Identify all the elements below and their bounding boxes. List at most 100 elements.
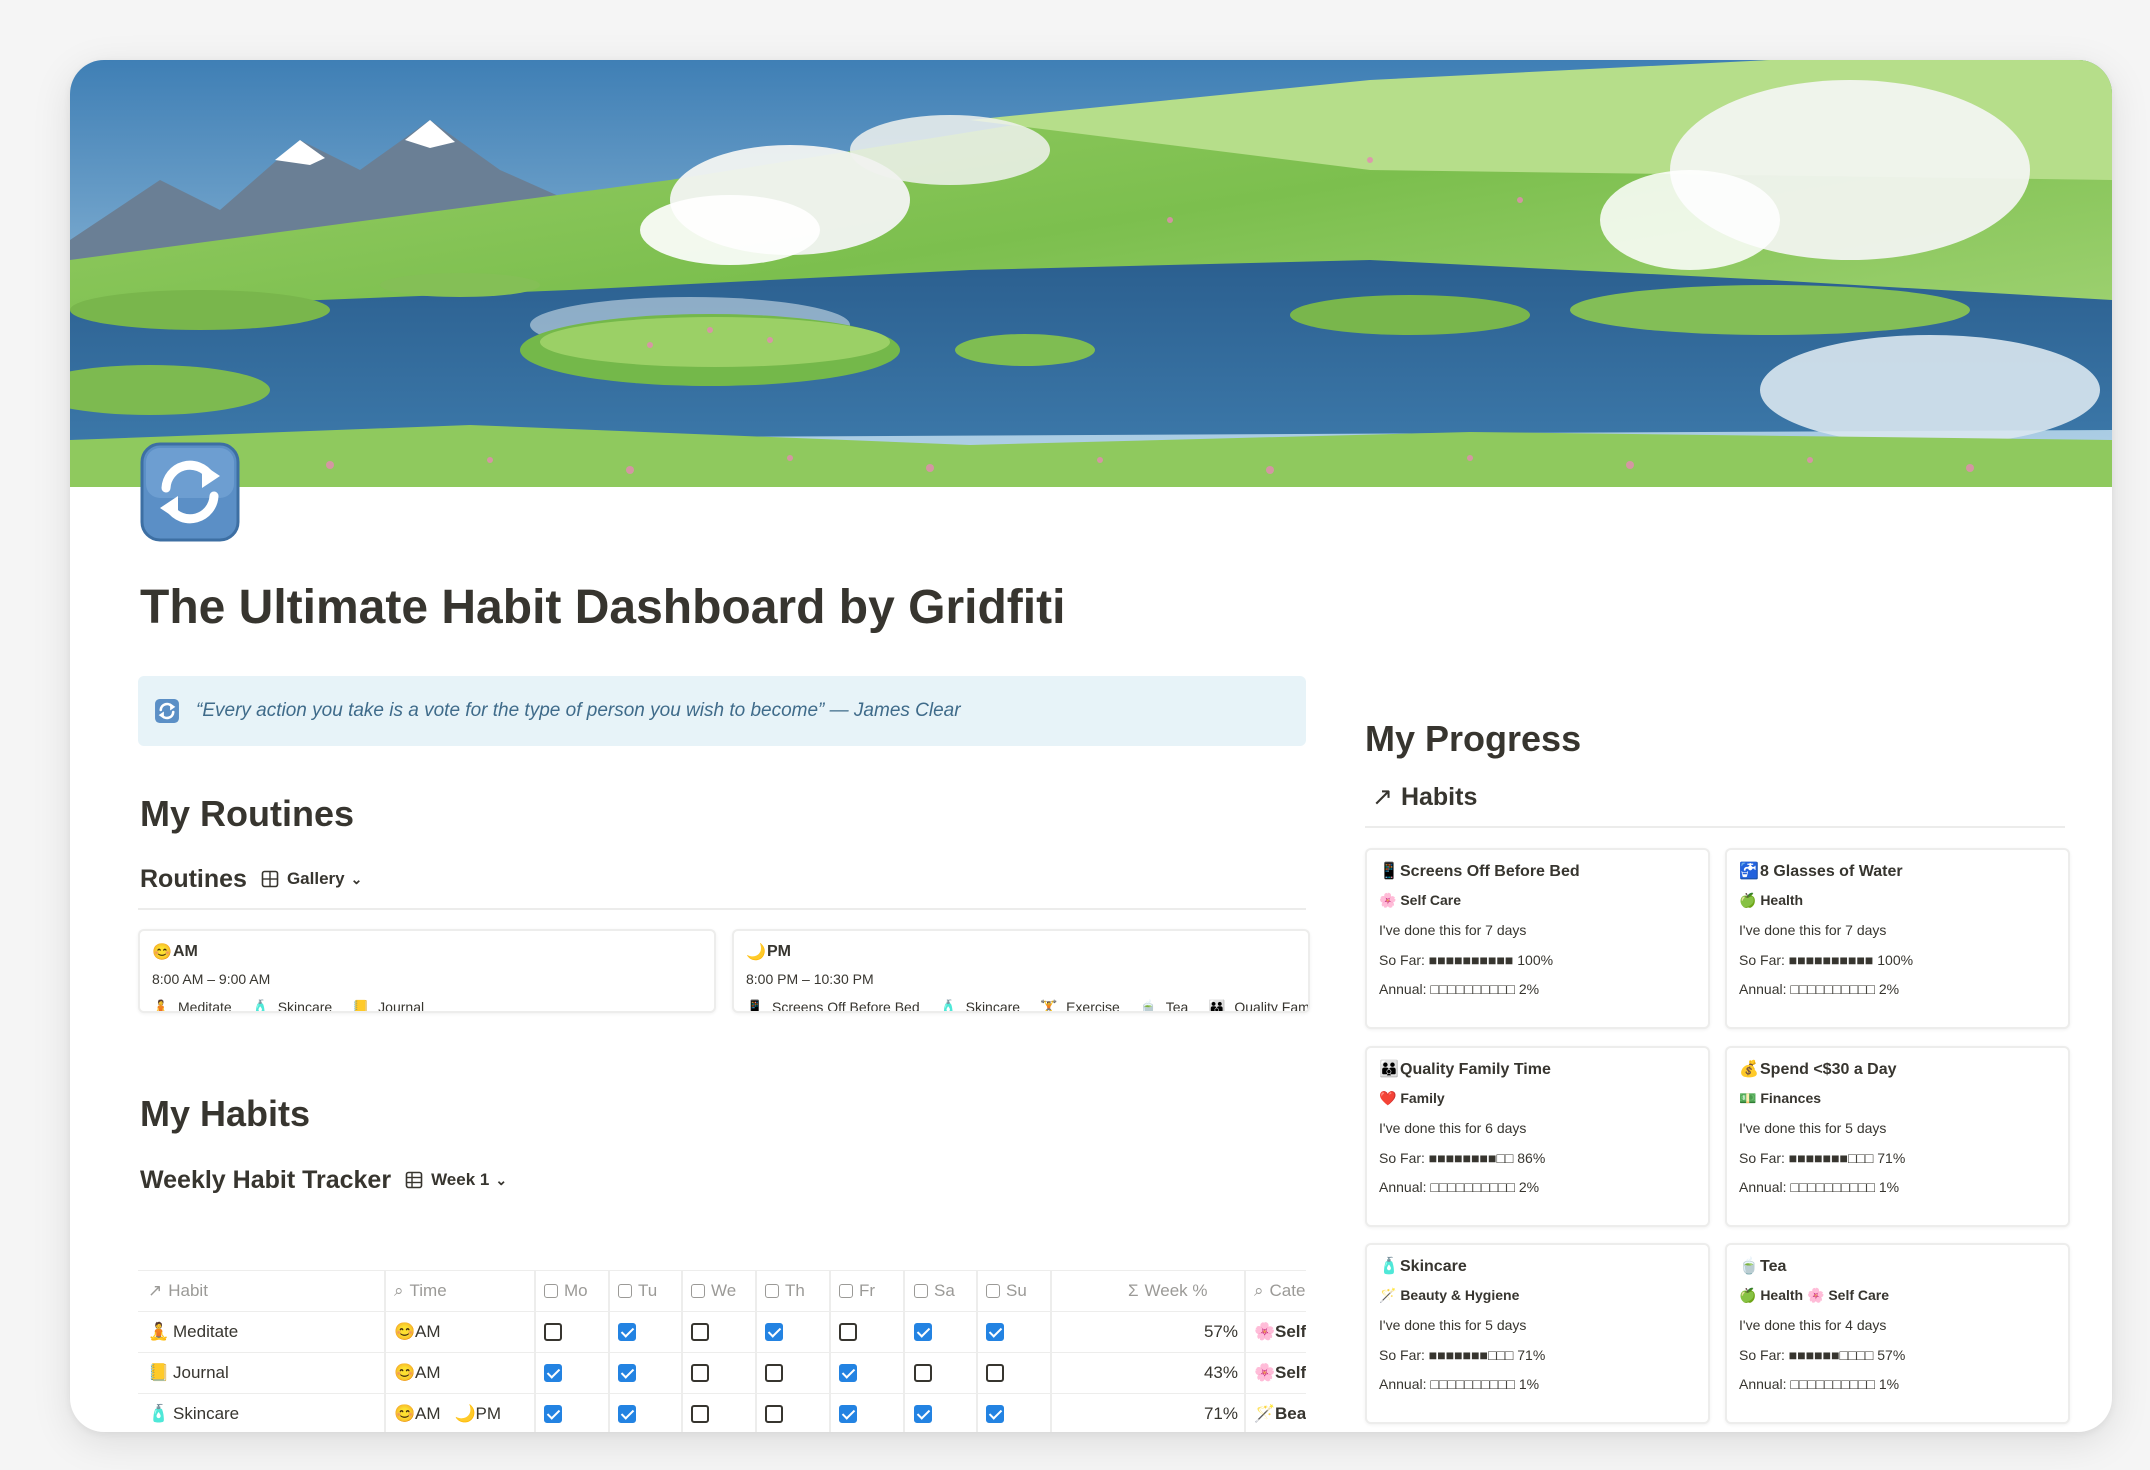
category-icon: 🪄 — [1254, 1404, 1276, 1423]
gallery-view-selector[interactable]: Gallery ⌄ — [261, 869, 362, 889]
category-cell[interactable]: 🌸Self Care — [1254, 1312, 1306, 1352]
day-checkbox[interactable] — [691, 1323, 709, 1341]
column-header-time[interactable]: ⌕ Time — [394, 1271, 524, 1311]
cover-image[interactable] — [70, 60, 2112, 487]
day-cell[interactable] — [839, 1312, 879, 1352]
progress-card[interactable]: 🚰8 Glasses of Water 🍏 Health I've done thi… — [1725, 848, 2070, 1029]
habit-name-cell[interactable]: 🧘 Meditate — [148, 1312, 380, 1352]
day-cell[interactable] — [618, 1394, 658, 1432]
day-checkbox[interactable] — [544, 1364, 562, 1382]
day-checkbox[interactable] — [986, 1364, 1004, 1382]
habit-name-cell[interactable]: 📒 Journal — [148, 1353, 380, 1393]
day-cell[interactable] — [986, 1353, 1026, 1393]
category-cell[interactable]: 🪄Beauty & H — [1254, 1394, 1306, 1432]
habit-icon: 🚰 — [1739, 863, 1759, 880]
day-checkbox[interactable] — [914, 1364, 932, 1382]
day-cell[interactable] — [544, 1312, 584, 1352]
day-checkbox[interactable] — [914, 1323, 932, 1341]
day-checkbox[interactable] — [765, 1323, 783, 1341]
day-checkbox[interactable] — [839, 1364, 857, 1382]
day-cell[interactable] — [544, 1394, 584, 1432]
progress-view-name[interactable]: ↗ Habits — [1372, 782, 1477, 812]
habits-view-name[interactable]: Weekly Habit Tracker — [140, 1166, 391, 1195]
day-checkbox[interactable] — [544, 1323, 562, 1341]
category-cell[interactable]: 🌸Self Care — [1254, 1353, 1306, 1393]
column-header-week[interactable]: Σ Week % — [1128, 1271, 1248, 1311]
day-cell[interactable] — [839, 1394, 879, 1432]
progress-card[interactable]: 🍵Tea 🍏 Health 🌸 Self Care I've done this f… — [1725, 1243, 2070, 1424]
day-checkbox[interactable] — [839, 1323, 857, 1341]
day-cell[interactable] — [544, 1353, 584, 1393]
progress-card[interactable]: 📱Screens Off Before Bed 🌸 Self Care I've d… — [1365, 848, 1710, 1029]
day-cell[interactable] — [986, 1394, 1026, 1432]
time-cell[interactable]: 😊AM — [394, 1353, 534, 1393]
column-header-mo[interactable]: Mo — [544, 1271, 608, 1311]
progress-card-title: 🧴Skincare — [1379, 1256, 1467, 1276]
column-header-habit[interactable]: ↗ Habit — [148, 1271, 378, 1311]
habit-name-cell[interactable]: 🧴 Skincare — [148, 1394, 380, 1432]
progress-card[interactable]: 🧴Skincare 🪄 Beauty & Hygiene I've done thi… — [1365, 1243, 1710, 1424]
day-cell[interactable] — [618, 1312, 658, 1352]
day-checkbox[interactable] — [691, 1364, 709, 1382]
day-cell[interactable] — [765, 1394, 805, 1432]
column-header-tu[interactable]: Tu — [618, 1271, 682, 1311]
day-checkbox[interactable] — [986, 1405, 1004, 1423]
routine-habit-tag: 🧴 Skincare — [252, 999, 342, 1011]
routine-habit-label: Tea — [1165, 999, 1189, 1013]
day-checkbox[interactable] — [765, 1405, 783, 1423]
column-header-sa[interactable]: Sa — [914, 1271, 978, 1311]
column-header-category[interactable]: ⌕ Category — [1254, 1271, 1306, 1311]
time-tag-label: AM — [415, 1322, 441, 1341]
table-row[interactable]: 🧘Meditate 😊AM 57% 🌸Self Care — [138, 1312, 1306, 1353]
day-checkbox[interactable] — [691, 1405, 709, 1423]
routine-habit-tag: 🍵 Tea — [1140, 999, 1199, 1013]
routine-card-pm[interactable]: 🌙 PM 8:00 PM – 10:30 PM 📱 Screens Off Befo… — [732, 929, 1310, 1013]
table-row[interactable]: 📒Journal 😊AM 43% 🌸Self Care — [138, 1353, 1306, 1394]
day-checkbox[interactable] — [544, 1405, 562, 1423]
day-cell[interactable] — [914, 1394, 954, 1432]
day-checkbox[interactable] — [618, 1323, 636, 1341]
day-checkbox[interactable] — [765, 1364, 783, 1382]
page-title: The Ultimate Habit Dashboard by Gridfiti — [140, 581, 1066, 634]
progress-card[interactable]: 💰Spend <$30 a Day 💵 Finances I've done thi… — [1725, 1046, 2070, 1227]
column-header-th[interactable]: Th — [765, 1271, 829, 1311]
day-cell[interactable] — [914, 1353, 954, 1393]
notion-window: The Ultimate Habit Dashboard by Gridfiti… — [70, 60, 2112, 1432]
routine-habit-tag: 🧴 Skincare — [940, 999, 1030, 1011]
column-divider — [903, 1270, 905, 1432]
column-header-we[interactable]: We — [691, 1271, 755, 1311]
day-cell[interactable] — [765, 1312, 805, 1352]
day-checkbox[interactable] — [618, 1364, 636, 1382]
day-cell[interactable] — [839, 1353, 879, 1393]
progress-card-days: I've done this for 5 days — [1379, 1317, 1527, 1333]
day-cell[interactable] — [914, 1312, 954, 1352]
refresh-arrows-icon[interactable] — [140, 442, 240, 542]
routines-view-name[interactable]: Routines — [140, 865, 247, 894]
table-row[interactable]: 🧴Skincare 😊AM 🌙PM 71% 🪄Beauty & H — [138, 1394, 1306, 1432]
routine-card-am[interactable]: 😊 AM 8:00 AM – 9:00 AM 🧘 Meditate 🧴 Skincar… — [138, 929, 716, 1013]
checkbox-icon — [986, 1284, 1000, 1298]
time-cell[interactable]: 😊AM 🌙PM — [394, 1394, 534, 1432]
day-checkbox[interactable] — [914, 1405, 932, 1423]
progress-card-category: 🍏 Health 🌸 Self Care — [1739, 1287, 1890, 1303]
day-cell[interactable] — [691, 1353, 731, 1393]
day-checkbox[interactable] — [986, 1323, 1004, 1341]
routines-view-bar: Routines Gallery ⌄ — [140, 862, 362, 896]
week-view-selector[interactable]: Week 1 ⌄ — [405, 1170, 507, 1190]
time-tag: 🌙PM — [455, 1404, 502, 1424]
progress-card-annual: Annual: □□□□□□□□□□ 2% — [1379, 981, 1540, 997]
routine-time: 8:00 PM – 10:30 PM — [746, 971, 874, 987]
day-cell[interactable] — [765, 1353, 805, 1393]
routine-habits: 🧘 Meditate 🧴 Skincare 📒 Journal — [152, 999, 444, 1011]
day-cell[interactable] — [986, 1312, 1026, 1352]
day-checkbox[interactable] — [618, 1405, 636, 1423]
progress-card[interactable]: 👪Quality Family Time ❤️ Family I've done t… — [1365, 1046, 1710, 1227]
day-cell[interactable] — [691, 1312, 731, 1352]
column-header-fr[interactable]: Fr — [839, 1271, 903, 1311]
time-cell[interactable]: 😊AM — [394, 1312, 534, 1352]
day-checkbox[interactable] — [839, 1405, 857, 1423]
column-header-su[interactable]: Su — [986, 1271, 1050, 1311]
day-cell[interactable] — [618, 1353, 658, 1393]
quote-callout[interactable]: “Every action you take is a vote for the… — [138, 676, 1306, 746]
day-cell[interactable] — [691, 1394, 731, 1432]
